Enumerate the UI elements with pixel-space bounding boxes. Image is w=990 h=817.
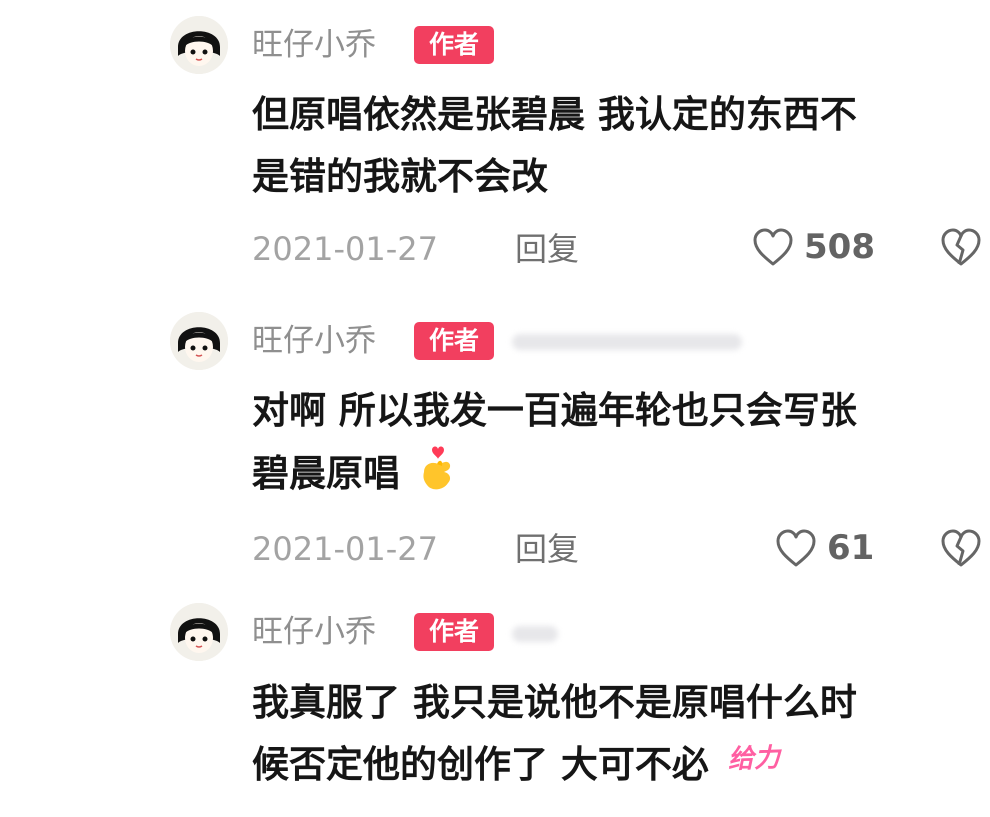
comment-text-line-2: 是错的我就不会改 [252, 155, 548, 198]
comment-text: 但原唱依然是张碧晨 我认定的东西不 是错的我就不会改 [252, 84, 972, 208]
comment-date: 2021-01-27 [252, 230, 438, 268]
redacted-text [512, 626, 558, 642]
broken-heart-outline-icon [941, 228, 981, 266]
reply-button[interactable]: 回复 [515, 529, 579, 569]
dislike-button[interactable] [938, 225, 984, 269]
comment-text-line-1: 我真服了 我只是说他不是原唱什么时 [252, 681, 857, 724]
finger-heart-emoji [423, 446, 451, 490]
username[interactable]: 旺仔小乔 [252, 612, 376, 652]
like-count: 508 [804, 227, 875, 267]
like-count: 61 [827, 528, 875, 568]
reply-button[interactable]: 回复 [515, 229, 579, 269]
avatar[interactable] [170, 312, 228, 370]
comment-text-line-2-text: 碧晨原唱 [252, 452, 400, 495]
author-badge: 作者 [414, 613, 494, 651]
comment-date: 2021-01-27 [252, 530, 438, 568]
heart-outline-icon [776, 529, 816, 567]
avatar[interactable] [170, 603, 228, 661]
like-button[interactable]: 61 [773, 526, 874, 570]
comment-text-line-2: 候否定他的创作了 大可不必 给力 [252, 734, 972, 800]
username[interactable]: 旺仔小乔 [252, 25, 376, 65]
dislike-button[interactable] [938, 526, 984, 570]
comment-text-line-1: 对啊 所以我发一百遍年轮也只会写张 [252, 389, 857, 432]
username[interactable]: 旺仔小乔 [252, 321, 376, 361]
avatar[interactable] [170, 16, 228, 74]
comment-text-line-2: 碧晨原唱 [252, 442, 972, 505]
broken-heart-outline-icon [941, 529, 981, 567]
comment-text: 对啊 所以我发一百遍年轮也只会写张 碧晨原唱 [252, 380, 972, 505]
like-button[interactable]: 508 [750, 225, 875, 269]
author-badge: 作者 [414, 322, 494, 360]
comment-text-line-2-text: 候否定他的创作了 大可不必 [252, 743, 709, 786]
redacted-text [512, 334, 742, 350]
author-badge: 作者 [414, 26, 494, 64]
gei-li-sticker: 给力 [727, 743, 781, 775]
comment-text: 我真服了 我只是说他不是原唱什么时 候否定他的创作了 大可不必 给力 [252, 672, 972, 800]
heart-outline-icon [753, 228, 793, 266]
comment-text-line-1: 但原唱依然是张碧晨 我认定的东西不 [252, 93, 857, 136]
